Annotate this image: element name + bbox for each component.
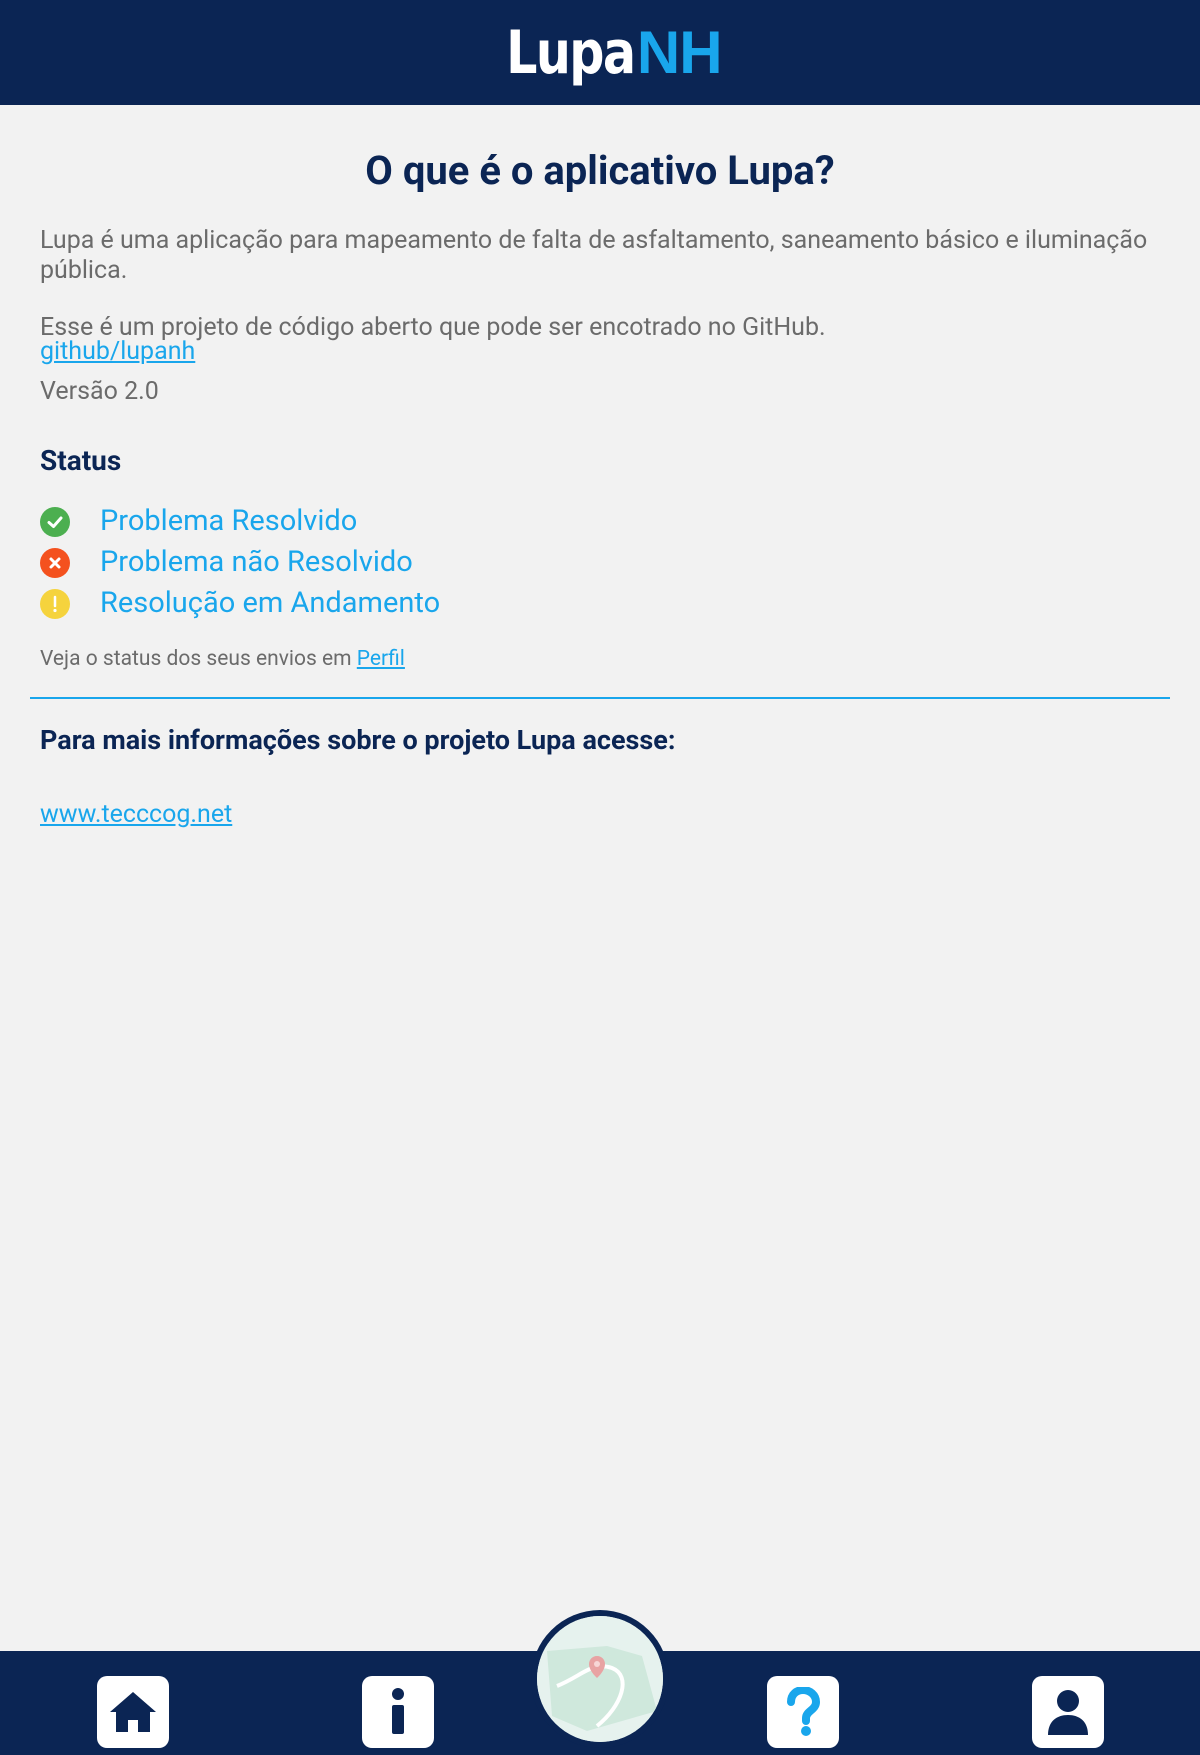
status-hint-text: Veja o status dos seus envios em [40, 647, 357, 671]
app-version: Versão 2.0 [40, 377, 159, 406]
page-title: O que é o aplicativo Lupa? [365, 147, 835, 194]
status-hint: Veja o status dos seus envios em Perfil [40, 646, 405, 673]
info-icon [392, 1688, 404, 1734]
status-label-in-progress: Resolução em Andamento [100, 586, 441, 620]
home-icon [110, 1692, 156, 1732]
status-item-resolved: Problema Resolvido [40, 501, 440, 542]
section-divider [30, 697, 1170, 699]
status-item-unresolved: Problema não Resolvido [40, 542, 440, 583]
nav-profile-button[interactable] [1032, 1676, 1104, 1748]
user-icon [1048, 1690, 1088, 1735]
question-icon [787, 1687, 821, 1736]
close-icon [40, 547, 70, 578]
map-button[interactable] [531, 1610, 669, 1748]
more-info-heading: Para mais informações sobre o projeto Lu… [40, 724, 676, 756]
nav-info-button[interactable] [362, 1676, 434, 1748]
logo-text-lupa: Lupa [506, 17, 637, 88]
status-heading: Status [40, 444, 122, 477]
open-source-text: Esse é um projeto de código aberto que p… [40, 313, 826, 342]
status-item-in-progress: Resolução em Andamento [40, 583, 440, 624]
check-icon [40, 506, 70, 537]
nav-home-button[interactable] [97, 1676, 169, 1748]
status-legend: Problema Resolvido Problema não Resolvid… [40, 501, 440, 624]
app-description: Lupa é uma aplicação para mapeamento de … [40, 226, 1148, 285]
status-label-resolved: Problema Resolvido [100, 504, 358, 538]
app-logo: Lupa NH [478, 17, 723, 88]
top-app-bar: Lupa NH [0, 0, 1200, 105]
exclamation-icon [40, 588, 70, 619]
about-content: O que é o aplicativo Lupa? Lupa é uma ap… [0, 105, 1200, 828]
github-link[interactable]: github/lupanh [40, 338, 195, 365]
logo-text-nh: NH [636, 18, 723, 86]
nav-help-button[interactable] [767, 1676, 839, 1748]
status-label-unresolved: Problema não Resolvido [100, 545, 413, 579]
map-icon [537, 1616, 663, 1742]
website-link[interactable]: www.tecccog.net [40, 801, 232, 828]
profile-link[interactable]: Perfil [357, 647, 405, 671]
